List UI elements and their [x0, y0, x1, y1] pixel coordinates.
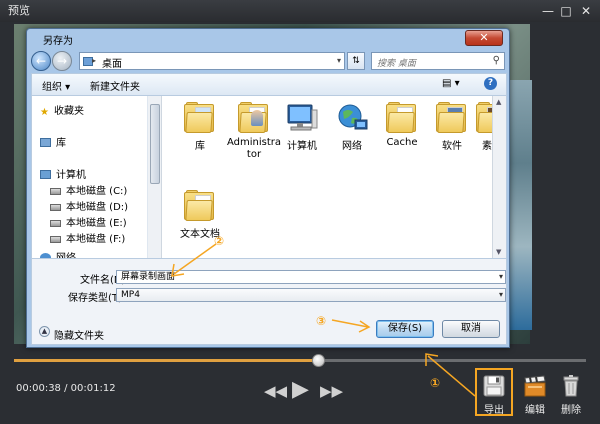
- file-item-network[interactable]: 网络: [324, 102, 380, 152]
- file-item-cache[interactable]: Cache: [374, 102, 430, 148]
- app-title: 预览: [8, 4, 30, 17]
- folder-icon: [385, 102, 419, 134]
- dialog-toolbar: 组织 ▾ 新建文件夹 ▤ ▾ ?: [31, 73, 507, 95]
- navigation-pane: ★ 收藏夹 库 计算机 本地磁盘 (C:) 本地磁盘 (D:) 本地磁盘 (E:)…: [32, 96, 148, 258]
- disk-icon: [50, 236, 61, 243]
- search-box[interactable]: 搜索 桌面 ⚲: [371, 52, 505, 70]
- maximize-button[interactable]: □: [558, 3, 574, 19]
- collapse-icon[interactable]: ▲: [39, 326, 50, 337]
- rewind-icon[interactable]: ◀◀: [264, 382, 287, 400]
- close-button[interactable]: ✕: [578, 3, 594, 19]
- user-folder-icon: [237, 102, 271, 134]
- sidebar-item-disk-c[interactable]: 本地磁盘 (C:): [50, 182, 127, 197]
- sidebar-item-disk-e[interactable]: 本地磁盘 (E:): [50, 214, 127, 229]
- export-button[interactable]: 导出: [476, 372, 512, 416]
- minimize-button[interactable]: —: [540, 3, 556, 19]
- dialog-title: 另存为: [43, 36, 73, 47]
- sidebar-item-disk-d[interactable]: 本地磁盘 (D:): [50, 198, 128, 213]
- computer-icon: [287, 104, 318, 131]
- cancel-button[interactable]: 取消: [442, 320, 500, 338]
- chevron-down-icon[interactable]: ▾: [499, 271, 503, 283]
- annotation-arrow-3: [331, 319, 371, 333]
- annotation-step-3: ③: [316, 314, 327, 328]
- disk-icon: [50, 204, 61, 211]
- video-preview-edge: [510, 80, 532, 330]
- filetype-select[interactable]: MP4 ▾: [116, 288, 506, 302]
- back-button[interactable]: ←: [31, 51, 51, 71]
- seek-progress: [14, 359, 320, 362]
- computer-icon: [40, 170, 51, 179]
- play-icon[interactable]: ▶: [292, 378, 309, 402]
- edit-button[interactable]: 编辑: [517, 372, 553, 416]
- file-browser: ★ 收藏夹 库 计算机 本地磁盘 (C:) 本地磁盘 (D:) 本地磁盘 (E:)…: [31, 95, 507, 259]
- scroll-down-icon[interactable]: ▼: [496, 248, 501, 256]
- save-as-dialog: 另存为 ✕ ← → 桌面 ▸ ▾ ⇅ 搜索 桌面 ⚲ 组织 ▾ 新建文件夹 ▤ …: [26, 28, 510, 348]
- save-button[interactable]: 保存(S): [376, 320, 434, 338]
- network-globe-icon: [338, 104, 368, 130]
- address-bar[interactable]: 桌面 ▸ ▾: [79, 52, 345, 70]
- file-item-text-docs[interactable]: 文本文档: [172, 190, 228, 240]
- sidebar-scroll-thumb[interactable]: [150, 104, 160, 184]
- edit-label: 编辑: [525, 405, 545, 416]
- disk-icon: [50, 188, 61, 195]
- star-icon: ★: [40, 107, 49, 118]
- annotation-arrow-2: [171, 243, 217, 277]
- scroll-up-icon[interactable]: ▲: [496, 98, 501, 106]
- library-folder-icon: [183, 102, 217, 134]
- export-label: 导出: [484, 405, 504, 416]
- search-icon: ⚲: [492, 55, 500, 66]
- floppy-disk-icon: [483, 375, 505, 397]
- view-options-icon[interactable]: ▤ ▾: [442, 78, 460, 89]
- sidebar-item-computer[interactable]: 计算机: [40, 166, 86, 181]
- help-icon[interactable]: ?: [484, 77, 497, 90]
- refresh-button[interactable]: ⇅: [347, 52, 365, 70]
- delete-button[interactable]: 删除: [553, 372, 589, 416]
- hide-folders-toggle[interactable]: 隐藏文件夹: [54, 327, 104, 342]
- search-input[interactable]: 搜索 桌面: [377, 56, 416, 69]
- new-folder-button[interactable]: 新建文件夹: [90, 78, 140, 93]
- clapperboard-icon: [524, 375, 546, 397]
- folder-icon: [183, 190, 217, 222]
- sidebar-item-disk-f[interactable]: 本地磁盘 (F:): [50, 230, 125, 245]
- file-item-computer[interactable]: 计算机: [274, 102, 330, 152]
- sidebar-item-favorites[interactable]: ★ 收藏夹: [40, 102, 84, 118]
- sidebar-item-network[interactable]: 网络: [40, 249, 76, 258]
- folder-icon: [435, 102, 469, 134]
- organize-button[interactable]: 组织 ▾: [42, 78, 70, 93]
- annotation-arrow-1: [425, 353, 476, 397]
- seek-handle[interactable]: [312, 354, 326, 367]
- delete-label: 删除: [561, 405, 581, 416]
- dialog-close-button[interactable]: ✕: [465, 30, 503, 46]
- fast-forward-icon[interactable]: ▶▶: [320, 382, 343, 400]
- forward-button[interactable]: →: [52, 51, 72, 71]
- file-item-library[interactable]: 库: [172, 102, 228, 152]
- trash-icon: [563, 375, 579, 397]
- library-icon: [40, 138, 51, 147]
- chevron-right-icon: ▸: [92, 56, 97, 65]
- app-title-bar: 预览: [0, 0, 600, 22]
- network-icon: [40, 253, 51, 258]
- time-readout: 00:00:38 / 00:01:12: [16, 383, 116, 394]
- disk-icon: [50, 220, 61, 227]
- address-text: 桌面: [102, 59, 122, 70]
- chevron-down-icon[interactable]: ▾: [337, 56, 341, 65]
- sidebar-item-library[interactable]: 库: [40, 134, 66, 149]
- save-options-panel: 文件名(N): 屏幕录制画面 ▾ 保存类型(T): MP4 ▾ ▲ 隐藏文件夹 保存…: [31, 259, 507, 345]
- file-list-scrollbar[interactable]: ▲ ▼: [492, 96, 506, 258]
- chevron-down-icon[interactable]: ▾: [499, 289, 503, 301]
